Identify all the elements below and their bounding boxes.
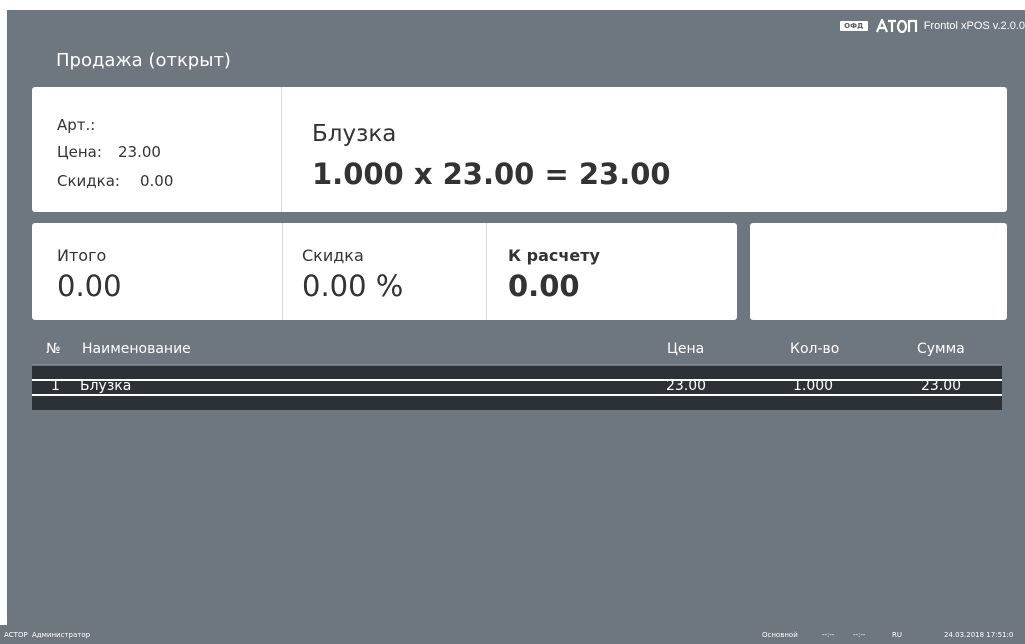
discount-line: Скидка: 0.00	[57, 172, 173, 190]
discount-value: 0.00	[140, 172, 174, 190]
item-name: Блузка	[312, 121, 397, 147]
price-value: 23.00	[118, 143, 161, 161]
article-line: Арт.:	[57, 116, 95, 134]
discount-total-value: 0.00 %	[302, 269, 404, 303]
selection-highlight	[32, 379, 1002, 396]
status-user: Администратор	[32, 631, 91, 639]
row-sum: 23.00	[921, 378, 962, 394]
receipt-table-header: № Наименование Цена Кол-во Сумма	[7, 341, 1025, 361]
discount-total-label: Скидка	[302, 246, 364, 265]
article-label: Арт.:	[57, 116, 96, 134]
current-item-card: Арт.: Цена: 23.00 Скидка: 0.00 Блузка 1.…	[32, 87, 1007, 212]
row-quantity: 1.000	[793, 378, 834, 394]
column-sum: Сумма	[917, 341, 965, 357]
info-panel	[750, 223, 1007, 320]
table-row[interactable]: 1 Блузка 23.00 1.000 23.00	[32, 366, 1002, 410]
app-version: Frontol xPOS v.2.0.0	[923, 20, 1025, 32]
status-language: RU	[892, 631, 902, 639]
status-field-1: --:--	[822, 631, 835, 639]
status-datetime: 24.03.2018 17:51:0	[944, 631, 1014, 639]
row-price: 23.00	[666, 378, 707, 394]
column-name: Наименование	[82, 341, 191, 357]
price-label: Цена:	[57, 143, 102, 161]
status-bar: АСТОР Администратор Основной --:-- --:--…	[0, 625, 1025, 644]
discount-label: Скидка:	[57, 172, 120, 190]
pos-window: ОФД Frontol xPOS v.2.0.0 Продажа (открыт…	[7, 10, 1025, 644]
payable-value: 0.00	[508, 269, 580, 303]
item-details: Арт.: Цена: 23.00 Скидка: 0.00	[32, 87, 282, 212]
ofd-badge: ОФД	[839, 21, 868, 31]
item-calculation: 1.000 x 23.00 = 23.00	[312, 157, 671, 191]
brand-bar: ОФД Frontol xPOS v.2.0.0	[839, 18, 1025, 34]
status-company: АСТОР	[4, 631, 28, 639]
total-value: 0.00	[57, 269, 122, 303]
table-divider	[32, 364, 1002, 365]
column-number: №	[46, 341, 61, 357]
discount-total-cell: Скидка 0.00 %	[283, 223, 487, 320]
aton-logo-icon	[875, 19, 917, 33]
total-label: Итого	[57, 246, 107, 265]
row-number: 1	[51, 378, 60, 394]
totals-card: Итого 0.00 Скидка 0.00 % К расчету 0.00	[32, 223, 737, 320]
payable-label: К расчету	[508, 246, 600, 265]
column-price: Цена	[667, 341, 705, 357]
payable-cell: К расчету 0.00	[487, 223, 737, 320]
column-quantity: Кол-во	[790, 341, 840, 357]
row-name: Блузка	[80, 378, 132, 394]
status-price-list: Основной	[762, 631, 798, 639]
price-line: Цена: 23.00	[57, 143, 161, 161]
status-field-2: --:--	[853, 631, 866, 639]
document-status-title: Продажа (открыт)	[56, 50, 231, 71]
total-cell: Итого 0.00	[32, 223, 283, 320]
